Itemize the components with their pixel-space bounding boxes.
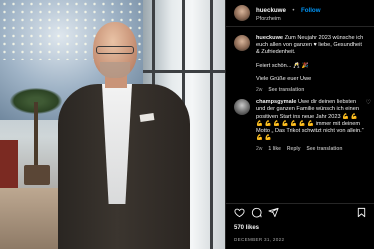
- comment-text: Uwe dir deinen liebsten und der ganzen F…: [256, 99, 364, 142]
- avatar[interactable]: [234, 5, 250, 21]
- caption-line3: Viele Grüße euer Uwe: [256, 75, 312, 82]
- person-in-suit: [58, 22, 190, 249]
- glasses: [96, 46, 134, 54]
- heart-outline-icon[interactable]: ♡: [366, 99, 371, 106]
- caption-time: 2w: [256, 87, 263, 94]
- caption-avatar[interactable]: [234, 35, 250, 51]
- location-link[interactable]: Pforzheim: [256, 15, 321, 23]
- red-chair: [0, 140, 18, 188]
- comment-item: champsgymale Uwe dir deinen liebsten und…: [226, 94, 374, 153]
- planter: [24, 165, 50, 185]
- comment-time: 2w: [256, 146, 263, 153]
- caption-username[interactable]: hueckuwe: [256, 35, 283, 41]
- see-translation-link[interactable]: See translation: [268, 87, 304, 94]
- separator-dot: •: [292, 7, 295, 14]
- post-date[interactable]: DECEMBER 31, 2022: [234, 237, 284, 242]
- post-side-panel: hueckuwe • Follow Pforzheim hueckuwe Zum…: [225, 0, 374, 249]
- action-bar: [226, 203, 374, 221]
- caption-body: hueckuwe Zum Neujahr 2023 wünsche ich eu…: [256, 35, 366, 94]
- caption: hueckuwe Zum Neujahr 2023 wünsche ich eu…: [226, 30, 374, 94]
- reply-link[interactable]: Reply: [287, 146, 301, 153]
- beard: [100, 62, 130, 78]
- comments-list[interactable]: hueckuwe Zum Neujahr 2023 wünsche ich eu…: [226, 30, 374, 200]
- comment-icon[interactable]: [251, 207, 262, 218]
- header-text: hueckuwe • Follow Pforzheim: [256, 4, 321, 23]
- commenter-avatar[interactable]: [234, 99, 250, 116]
- share-icon[interactable]: [268, 207, 279, 218]
- comment-meta: 2w 1 like Reply See translation: [256, 146, 366, 153]
- follow-button[interactable]: Follow: [301, 7, 321, 14]
- comment-likes[interactable]: 1 like: [268, 146, 281, 153]
- caption-line2: Feiert schön... 🥂 🎉: [256, 62, 309, 69]
- caption-meta: 2w See translation: [256, 87, 366, 94]
- bookmark-icon[interactable]: [356, 207, 367, 218]
- palm-trunk: [34, 102, 38, 172]
- post-photo[interactable]: [0, 0, 225, 249]
- heart-icon[interactable]: [234, 207, 245, 218]
- instagram-post: hueckuwe • Follow Pforzheim hueckuwe Zum…: [0, 0, 374, 249]
- see-translation-link[interactable]: See translation: [307, 146, 343, 153]
- comment-body: champsgymale Uwe dir deinen liebsten und…: [256, 99, 366, 153]
- window-frame: [210, 0, 213, 249]
- header-username[interactable]: hueckuwe: [256, 7, 286, 14]
- likes-count[interactable]: 570 likes: [234, 225, 259, 231]
- comment-username[interactable]: champsgymale: [256, 99, 296, 105]
- post-header: hueckuwe • Follow Pforzheim: [226, 0, 374, 27]
